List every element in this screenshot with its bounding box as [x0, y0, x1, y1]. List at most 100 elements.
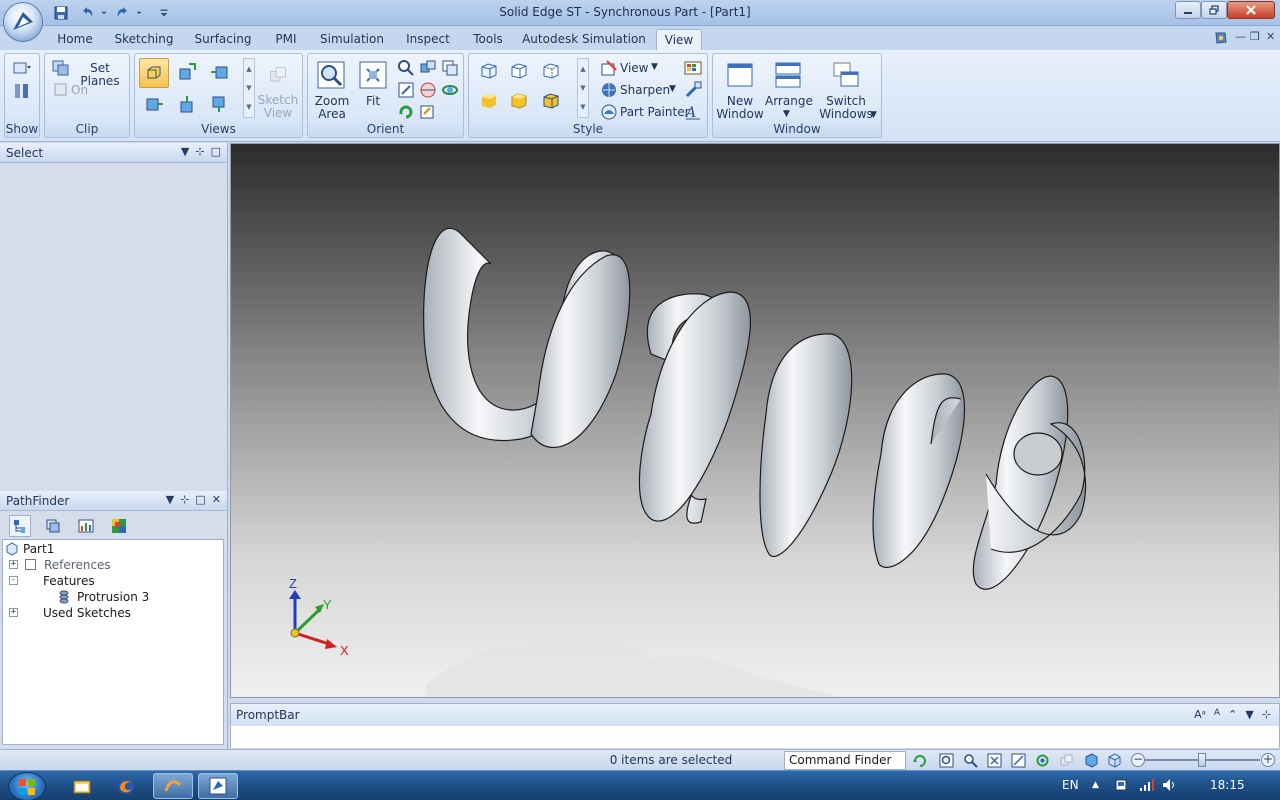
style-shaded-edges-icon[interactable] [505, 88, 533, 114]
app-taskbar-icon[interactable] [153, 773, 193, 799]
part-painter-button[interactable]: Part Painter [620, 106, 690, 119]
tab-tools[interactable]: Tools [466, 29, 510, 50]
font-decrease-icon[interactable]: A [1214, 708, 1220, 721]
style-hidden-edges-icon[interactable] [537, 58, 565, 84]
pin-icon[interactable]: ⊹ [1262, 708, 1271, 721]
tab-inspect[interactable]: Inspect [400, 29, 456, 50]
tray-expand-icon[interactable]: ▲ [1092, 780, 1099, 790]
view-style-button[interactable]: View [620, 62, 648, 75]
font-increase-icon[interactable]: Aᵃ [1194, 708, 1206, 721]
graphics-viewport[interactable]: Z Y X [230, 143, 1280, 698]
zoom-in-icon[interactable]: + [1261, 753, 1275, 767]
minimize-icon[interactable] [1175, 1, 1201, 19]
view-style-icon[interactable] [599, 58, 619, 78]
tree-item-references[interactable]: References [25, 557, 111, 572]
zoom-area-icon[interactable] [938, 752, 955, 769]
style-gallery-scroll[interactable]: ▲ ▼ ▼ [577, 58, 589, 118]
tab-sketching[interactable]: Sketching [110, 29, 178, 50]
command-finder-input[interactable]: Command Finder [784, 751, 906, 770]
sharpen-dropdown-icon[interactable]: ▼ [669, 83, 676, 96]
view-orientation-icon[interactable] [418, 102, 438, 122]
zoom-icon[interactable] [962, 752, 979, 769]
tab-home[interactable]: Home [50, 29, 100, 50]
panel-menu-icon[interactable]: ▼ [181, 145, 189, 158]
promptbar-text-area[interactable] [231, 726, 1279, 748]
view-bottom-icon[interactable] [173, 90, 201, 118]
tab-simulation[interactable]: Simulation [316, 29, 388, 50]
style-visible-edges-icon[interactable] [505, 58, 533, 84]
part-painter-icon[interactable] [599, 102, 619, 122]
explorer-taskbar-icon[interactable] [62, 773, 102, 799]
expand-used-sketches-icon[interactable]: + [9, 608, 18, 617]
network-icon[interactable] [1139, 778, 1155, 795]
zoom-slider-thumb[interactable] [1198, 753, 1206, 767]
sharpen-button[interactable]: Sharpen [620, 84, 670, 97]
view-style-dropdown-icon[interactable]: ▼ [651, 61, 658, 74]
spin-about-icon[interactable] [418, 80, 438, 100]
references-checkbox[interactable] [25, 559, 36, 570]
new-window-icon[interactable] [723, 58, 757, 92]
pin-icon[interactable]: ⊹ [195, 145, 204, 158]
zoom-area-button[interactable]: Zoom Area [312, 95, 352, 121]
refresh-view-icon[interactable] [911, 752, 928, 769]
application-button[interactable] [3, 2, 43, 42]
pin-icon[interactable]: ⊹ [180, 493, 189, 506]
fit-button[interactable]: Fit [356, 95, 390, 108]
maximize-icon[interactable]: □ [211, 145, 221, 158]
tray-device-icon[interactable] [1114, 778, 1128, 795]
orbit-icon[interactable] [440, 80, 460, 100]
fit-icon[interactable] [986, 752, 1003, 769]
views-gallery-scroll[interactable]: ▲ ▼ ▼ [243, 58, 255, 118]
refresh-icon[interactable] [396, 102, 416, 122]
doc-minimize-icon[interactable]: — [1235, 30, 1246, 43]
firefox-taskbar-icon[interactable] [106, 773, 146, 799]
expand-references-icon[interactable]: + [9, 560, 18, 569]
view-style-icon[interactable] [1106, 752, 1123, 769]
switch-windows-button[interactable]: Switch Windows [817, 95, 875, 121]
rotate-icon[interactable] [1034, 752, 1051, 769]
sharpen-icon[interactable] [599, 80, 619, 100]
tree-item-part1[interactable]: Part1 [5, 541, 54, 556]
doc-close-icon[interactable]: ✕ [1266, 30, 1275, 43]
clock[interactable]: 18:15 [1210, 778, 1245, 792]
tree-item-protrusion[interactable]: Protrusion 3 [57, 589, 149, 604]
help-icon[interactable] [1213, 30, 1229, 49]
color-map-icon[interactable] [108, 515, 130, 537]
language-indicator[interactable]: EN [1062, 778, 1079, 792]
start-button[interactable] [8, 772, 46, 800]
tab-autodesk-simulation[interactable]: Autodesk Simulation [522, 29, 646, 50]
maximize-icon[interactable]: □ [195, 493, 205, 506]
show-toggle-button[interactable] [9, 58, 35, 80]
zoom-area-icon[interactable] [314, 58, 348, 92]
new-window-button[interactable]: New Window [715, 95, 765, 121]
tree-item-used-sketches[interactable]: Used Sketches [43, 605, 131, 620]
text-style-icon[interactable]: A [683, 102, 703, 122]
zoom-icon[interactable] [396, 58, 416, 78]
switch-windows-dropdown-icon[interactable]: ▼ [870, 109, 877, 122]
rotate-icon[interactable] [396, 80, 416, 100]
close-icon[interactable] [1227, 1, 1275, 19]
show-hide-icon[interactable] [9, 80, 35, 102]
solid-edge-taskbar-icon[interactable] [198, 773, 238, 799]
panel-menu-icon[interactable]: ▼ [166, 493, 174, 506]
tab-view[interactable]: View [656, 29, 702, 50]
collapse-features-icon[interactable]: - [9, 576, 18, 585]
tab-surfacing[interactable]: Surfacing [190, 29, 256, 50]
view-top-icon[interactable] [173, 58, 201, 86]
view-back-icon[interactable] [205, 90, 233, 118]
view-right-icon[interactable] [205, 58, 233, 86]
close-icon[interactable]: ✕ [212, 493, 221, 506]
tree-item-features[interactable]: Features [43, 573, 95, 588]
color-manager-icon[interactable] [683, 58, 703, 78]
spring-model[interactable]: Z Y X [231, 144, 1280, 698]
restore-icon[interactable] [1201, 1, 1227, 19]
feature-tree-icon[interactable] [9, 515, 31, 537]
arrange-dropdown-icon[interactable]: ▼ [783, 108, 790, 121]
pan-icon[interactable] [1010, 752, 1027, 769]
zoom-out-icon[interactable]: − [1131, 753, 1145, 767]
volume-icon[interactable] [1162, 778, 1178, 795]
tab-pmi[interactable]: PMI [268, 29, 304, 50]
style-shaded-visible-edges-icon[interactable] [537, 88, 565, 114]
view-cube-icon[interactable] [1083, 752, 1100, 769]
fit-icon[interactable] [356, 58, 390, 92]
